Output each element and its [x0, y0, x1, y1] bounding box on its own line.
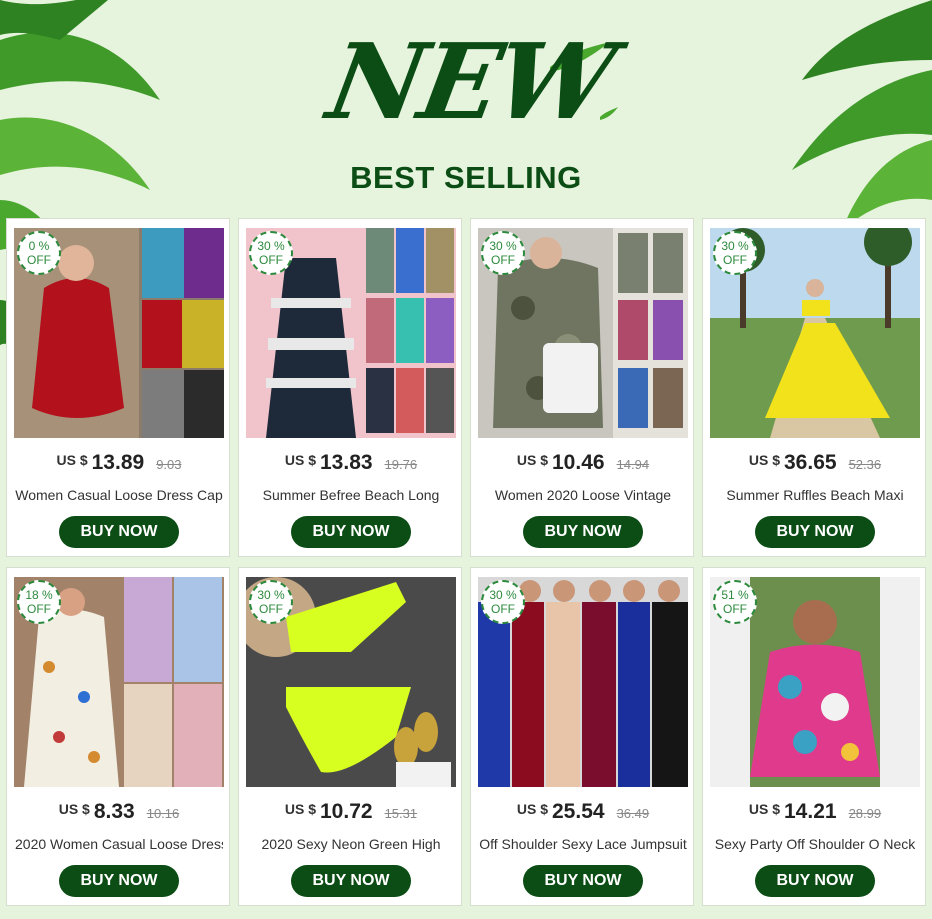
buy-now-button[interactable]: BUY NOW: [291, 516, 411, 548]
original-price: 10.16: [146, 806, 180, 821]
product-card[interactable]: 51 % OFF US $14.21 28.99 Sexy Party Off Sh…: [702, 567, 926, 906]
buy-now-button[interactable]: BUY NOW: [59, 516, 179, 548]
buy-now-button[interactable]: BUY NOW: [59, 865, 179, 897]
product-image[interactable]: 30 % OFF: [246, 228, 456, 438]
product-card[interactable]: 30 % OFF US $13.83 19.76 Summer Befree Bea…: [238, 218, 462, 557]
sale-price: 13.89: [91, 451, 145, 474]
new-title: NEW: [319, 20, 621, 143]
sale-price: 14.21: [784, 800, 837, 823]
product-image[interactable]: 30 % OFF: [246, 577, 456, 787]
discount-badge: 30 % OFF: [481, 231, 525, 275]
original-price: 36.49: [616, 806, 650, 821]
product-name[interactable]: Summer Befree Beach Long: [247, 486, 455, 508]
product-card[interactable]: 30 % OFF US $10.72 15.31 2020 Sexy Neon Gr…: [238, 567, 462, 906]
original-price: 14.94: [616, 457, 650, 472]
buy-now-button[interactable]: BUY NOW: [291, 865, 411, 897]
discount-badge: 30 % OFF: [249, 231, 293, 275]
buy-now-button[interactable]: BUY NOW: [523, 865, 643, 897]
discount-badge: 30 % OFF: [481, 580, 525, 624]
price-row: US $10.72 15.31: [239, 800, 463, 824]
header: NEW BEST SELLING: [0, 0, 932, 215]
currency-label: US $: [748, 801, 780, 817]
buy-now-button[interactable]: BUY NOW: [755, 516, 875, 548]
price-row: US $25.54 36.49: [471, 800, 695, 824]
currency-label: US $: [284, 452, 316, 468]
product-image[interactable]: 51 % OFF: [710, 577, 920, 787]
product-name[interactable]: Women Casual Loose Dress Cap: [15, 486, 223, 508]
sale-price: 8.33: [93, 800, 135, 823]
product-card[interactable]: 30 % OFF US $36.65 52.36 Summer Ruffles Be…: [702, 218, 926, 557]
product-card[interactable]: 30 % OFF US $10.46 14.94 Women 2020 Loose …: [470, 218, 694, 557]
sale-price: 13.83: [320, 451, 373, 474]
sale-price: 10.46: [552, 451, 605, 474]
currency-label: US $: [516, 801, 548, 817]
original-price: 15.31: [384, 806, 418, 821]
original-price: 52.36: [848, 457, 882, 472]
price-row: US $10.46 14.94: [471, 451, 695, 475]
currency-label: US $: [58, 801, 90, 817]
buy-now-button[interactable]: BUY NOW: [755, 865, 875, 897]
product-card[interactable]: 18 % OFF US $8.33 10.16 2020 Women Casual …: [6, 567, 230, 906]
currency-label: US $: [56, 452, 88, 468]
discount-badge: 30 % OFF: [713, 231, 757, 275]
product-image[interactable]: 30 % OFF: [710, 228, 920, 438]
product-name[interactable]: 2020 Women Casual Loose Dress: [15, 835, 223, 857]
currency-label: US $: [516, 452, 548, 468]
product-image[interactable]: 18 % OFF: [14, 577, 224, 787]
original-price: 19.76: [384, 457, 418, 472]
sale-price: 36.65: [784, 451, 837, 474]
buy-now-button[interactable]: BUY NOW: [523, 516, 643, 548]
currency-label: US $: [284, 801, 316, 817]
price-row: US $36.65 52.36: [703, 451, 927, 475]
price-row: US $13.89 9.03: [7, 451, 231, 475]
discount-badge: 30 % OFF: [249, 580, 293, 624]
price-row: US $14.21 28.99: [703, 800, 927, 824]
product-name[interactable]: 2020 Sexy Neon Green High: [247, 835, 455, 857]
discount-badge: 18 % OFF: [17, 580, 61, 624]
product-card[interactable]: 30 % OFF US $25.54 36.49 Off Shoulder Sexy…: [470, 567, 694, 906]
price-row: US $8.33 10.16: [7, 800, 231, 824]
product-name[interactable]: Summer Ruffles Beach Maxi: [711, 486, 919, 508]
discount-badge: 51 % OFF: [713, 580, 757, 624]
discount-badge: 0 % OFF: [17, 231, 61, 275]
sale-price: 25.54: [552, 800, 605, 823]
original-price: 28.99: [848, 806, 882, 821]
sale-price: 10.72: [320, 800, 373, 823]
product-image[interactable]: 30 % OFF: [478, 577, 688, 787]
price-row: US $13.83 19.76: [239, 451, 463, 475]
product-image[interactable]: 0 % OFF: [14, 228, 224, 438]
product-card[interactable]: 0 % OFF US $13.89 9.03 Women Casual Loose …: [6, 218, 230, 557]
product-name[interactable]: Off Shoulder Sexy Lace Jumpsuit: [479, 835, 687, 857]
product-name[interactable]: Women 2020 Loose Vintage: [479, 486, 687, 508]
product-name[interactable]: Sexy Party Off Shoulder O Neck: [711, 835, 919, 857]
currency-label: US $: [748, 452, 780, 468]
product-image[interactable]: 30 % OFF: [478, 228, 688, 438]
best-selling-title: BEST SELLING: [350, 160, 582, 195]
original-price: 9.03: [156, 457, 182, 472]
